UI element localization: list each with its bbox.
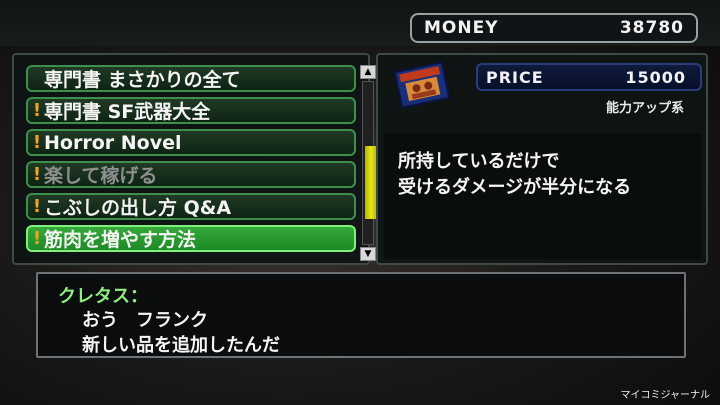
list-item-selected[interactable]: ! 筋肉を増やす方法 bbox=[26, 225, 356, 252]
dialog-line: 新しい品を追加したんだ bbox=[82, 335, 280, 356]
dialog-box[interactable]: クレタス： おう フランク 新しい品を追加したんだ bbox=[36, 272, 686, 358]
item-label: 筋肉を増やす方法 bbox=[44, 229, 197, 251]
scroll-track[interactable] bbox=[362, 81, 377, 245]
item-category: 能力アップ系 bbox=[606, 101, 685, 116]
new-mark-icon: ! bbox=[32, 196, 42, 217]
list-item[interactable]: ! Horror Novel bbox=[26, 129, 356, 156]
item-label: こぶしの出し方 Q&A bbox=[44, 197, 232, 219]
new-mark-icon: ! bbox=[32, 164, 42, 185]
watermark: マイコミジャーナル bbox=[620, 390, 711, 401]
list-item[interactable]: ! 楽して稼げる bbox=[26, 161, 356, 188]
item-label: 楽して稼げる bbox=[44, 165, 158, 187]
price-label: PRICE bbox=[486, 67, 544, 87]
new-mark-icon: ! bbox=[32, 100, 42, 121]
money-value: 38780 bbox=[619, 18, 684, 38]
dialog-line: おう フランク bbox=[82, 310, 208, 331]
new-mark-icon: ! bbox=[32, 132, 42, 153]
new-mark-icon: ! bbox=[32, 228, 42, 249]
item-info-panel: PRICE 15000 能力アップ系 所持しているだけで 受けるダメージが半分に… bbox=[376, 53, 708, 265]
money-label: MONEY bbox=[424, 18, 499, 38]
price-display: PRICE 15000 bbox=[476, 63, 702, 91]
shop-item-list: 専門書 まさかりの全て ! 専門書 SF武器大全 ! Horror Novel … bbox=[12, 53, 377, 265]
description-line: 所持しているだけで bbox=[398, 151, 560, 172]
book-cover-icon bbox=[393, 61, 451, 109]
scrollbar[interactable]: ▲ ▼ bbox=[360, 65, 377, 261]
scroll-down-icon[interactable]: ▼ bbox=[360, 247, 376, 261]
list-item[interactable]: ! 専門書 SF武器大全 bbox=[26, 97, 356, 124]
money-display: MONEY 38780 bbox=[410, 13, 698, 43]
scroll-up-icon[interactable]: ▲ bbox=[360, 65, 376, 79]
description-line: 受けるダメージが半分になる bbox=[398, 177, 632, 198]
price-value: 15000 bbox=[625, 67, 686, 87]
item-description: 所持しているだけで 受けるダメージが半分になる bbox=[384, 133, 702, 259]
list-item[interactable]: 専門書 まさかりの全て bbox=[26, 65, 356, 92]
item-label: 専門書 まさかりの全て bbox=[44, 69, 241, 91]
item-label: 専門書 SF武器大全 bbox=[44, 101, 211, 123]
item-label: Horror Novel bbox=[44, 131, 182, 154]
speaker-name: クレタス： bbox=[58, 286, 148, 307]
list-item[interactable]: ! こぶしの出し方 Q&A bbox=[26, 193, 356, 220]
